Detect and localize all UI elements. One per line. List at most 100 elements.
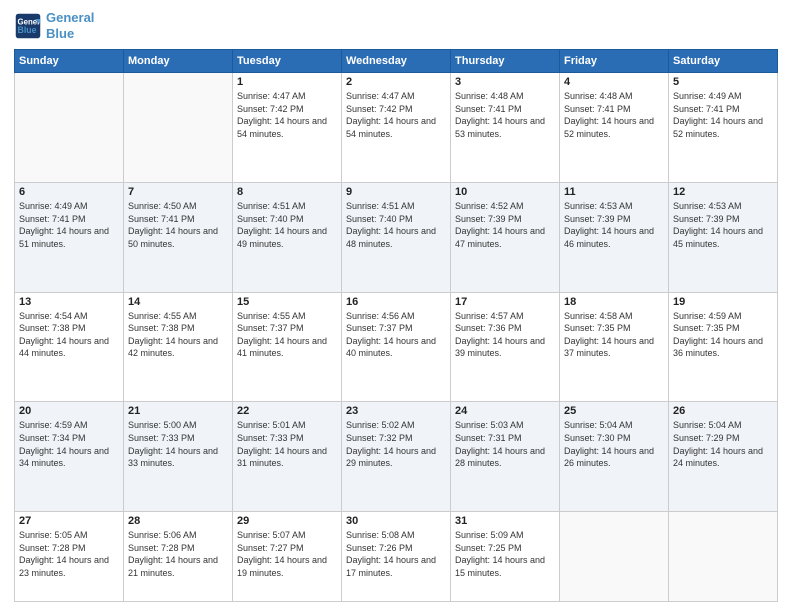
cell-info: Sunrise: 5:05 AMSunset: 7:28 PMDaylight:… [19,529,119,579]
svg-text:Blue: Blue [18,25,37,35]
day-number: 31 [455,515,555,527]
cell-info: Sunrise: 4:58 AMSunset: 7:35 PMDaylight:… [564,310,664,360]
cell-info: Sunrise: 5:04 AMSunset: 7:30 PMDaylight:… [564,419,664,469]
week-row-3: 13 Sunrise: 4:54 AMSunset: 7:38 PMDayligh… [15,292,778,402]
cell-info: Sunrise: 4:47 AMSunset: 7:42 PMDaylight:… [346,90,446,140]
calendar-cell: 19 Sunrise: 4:59 AMSunset: 7:35 PMDayligh… [669,292,778,402]
day-number: 22 [237,405,337,417]
calendar-cell: 17 Sunrise: 4:57 AMSunset: 7:36 PMDayligh… [451,292,560,402]
weekday-header-sunday: Sunday [15,50,124,73]
weekday-header-thursday: Thursday [451,50,560,73]
cell-info: Sunrise: 4:56 AMSunset: 7:37 PMDaylight:… [346,310,446,360]
cell-info: Sunrise: 4:51 AMSunset: 7:40 PMDaylight:… [346,200,446,250]
day-number: 16 [346,296,446,308]
weekday-header-tuesday: Tuesday [233,50,342,73]
logo-text: General Blue [46,10,94,41]
day-number: 26 [673,405,773,417]
day-number: 8 [237,186,337,198]
cell-info: Sunrise: 4:55 AMSunset: 7:37 PMDaylight:… [237,310,337,360]
calendar-cell: 31 Sunrise: 5:09 AMSunset: 7:25 PMDayligh… [451,512,560,602]
calendar-cell [124,73,233,183]
calendar-cell: 5 Sunrise: 4:49 AMSunset: 7:41 PMDaylight… [669,73,778,183]
logo: General Blue General Blue [14,10,94,41]
calendar-cell: 11Sunrise: 4:53 AMSunset: 7:39 PMDayligh… [560,182,669,292]
week-row-1: 1 Sunrise: 4:47 AMSunset: 7:42 PMDaylight… [15,73,778,183]
day-number: 21 [128,405,228,417]
calendar-cell: 7 Sunrise: 4:50 AMSunset: 7:41 PMDaylight… [124,182,233,292]
calendar-cell: 10Sunrise: 4:52 AMSunset: 7:39 PMDayligh… [451,182,560,292]
day-number: 13 [19,296,119,308]
day-number: 12 [673,186,773,198]
cell-info: Sunrise: 4:47 AMSunset: 7:42 PMDaylight:… [237,90,337,140]
day-number: 1 [237,76,337,88]
calendar-cell: 20 Sunrise: 4:59 AMSunset: 7:34 PMDayligh… [15,402,124,512]
calendar-cell [669,512,778,602]
calendar-cell: 29 Sunrise: 5:07 AMSunset: 7:27 PMDayligh… [233,512,342,602]
cell-info: Sunrise: 4:54 AMSunset: 7:38 PMDaylight:… [19,310,119,360]
weekday-header-row: SundayMondayTuesdayWednesdayThursdayFrid… [15,50,778,73]
cell-info: Sunrise: 4:59 AMSunset: 7:35 PMDaylight:… [673,310,773,360]
calendar-cell: 14 Sunrise: 4:55 AMSunset: 7:38 PMDayligh… [124,292,233,402]
cell-info: Sunrise: 4:48 AMSunset: 7:41 PMDaylight:… [564,90,664,140]
cell-info: Sunrise: 5:06 AMSunset: 7:28 PMDaylight:… [128,529,228,579]
calendar-cell: 28 Sunrise: 5:06 AMSunset: 7:28 PMDayligh… [124,512,233,602]
cell-info: Sunrise: 5:08 AMSunset: 7:26 PMDaylight:… [346,529,446,579]
day-number: 2 [346,76,446,88]
day-number: 3 [455,76,555,88]
cell-info: Sunrise: 4:59 AMSunset: 7:34 PMDaylight:… [19,419,119,469]
calendar-cell: 3 Sunrise: 4:48 AMSunset: 7:41 PMDaylight… [451,73,560,183]
calendar-cell: 26 Sunrise: 5:04 AMSunset: 7:29 PMDayligh… [669,402,778,512]
calendar-cell: 27Sunrise: 5:05 AMSunset: 7:28 PMDayligh… [15,512,124,602]
day-number: 28 [128,515,228,527]
week-row-2: 6Sunrise: 4:49 AMSunset: 7:41 PMDaylight… [15,182,778,292]
cell-info: Sunrise: 5:09 AMSunset: 7:25 PMDaylight:… [455,529,555,579]
day-number: 14 [128,296,228,308]
calendar-cell: 13 Sunrise: 4:54 AMSunset: 7:38 PMDayligh… [15,292,124,402]
day-number: 23 [346,405,446,417]
day-number: 5 [673,76,773,88]
cell-info: Sunrise: 4:53 AMSunset: 7:39 PMDaylight:… [673,200,773,250]
day-number: 17 [455,296,555,308]
weekday-header-wednesday: Wednesday [342,50,451,73]
weekday-header-monday: Monday [124,50,233,73]
day-number: 20 [19,405,119,417]
calendar-cell: 1 Sunrise: 4:47 AMSunset: 7:42 PMDaylight… [233,73,342,183]
week-row-4: 20 Sunrise: 4:59 AMSunset: 7:34 PMDayligh… [15,402,778,512]
day-number: 29 [237,515,337,527]
calendar-cell: 25 Sunrise: 5:04 AMSunset: 7:30 PMDayligh… [560,402,669,512]
calendar-cell: 9Sunrise: 4:51 AMSunset: 7:40 PMDaylight… [342,182,451,292]
calendar-cell: 12 Sunrise: 4:53 AMSunset: 7:39 PMDayligh… [669,182,778,292]
cell-info: Sunrise: 4:49 AMSunset: 7:41 PMDaylight:… [19,200,119,250]
day-number: 4 [564,76,664,88]
day-number: 30 [346,515,446,527]
calendar-cell: 8 Sunrise: 4:51 AMSunset: 7:40 PMDaylight… [233,182,342,292]
day-number: 19 [673,296,773,308]
calendar-cell: 23Sunrise: 5:02 AMSunset: 7:32 PMDayligh… [342,402,451,512]
cell-info: Sunrise: 4:53 AMSunset: 7:39 PMDaylight:… [564,200,664,250]
cell-info: Sunrise: 4:49 AMSunset: 7:41 PMDaylight:… [673,90,773,140]
header: General Blue General Blue [14,10,778,41]
day-number: 15 [237,296,337,308]
calendar-cell: 2 Sunrise: 4:47 AMSunset: 7:42 PMDaylight… [342,73,451,183]
cell-info: Sunrise: 4:50 AMSunset: 7:41 PMDaylight:… [128,200,228,250]
cell-info: Sunrise: 5:04 AMSunset: 7:29 PMDaylight:… [673,419,773,469]
cell-info: Sunrise: 4:48 AMSunset: 7:41 PMDaylight:… [455,90,555,140]
calendar-cell [15,73,124,183]
cell-info: Sunrise: 5:01 AMSunset: 7:33 PMDaylight:… [237,419,337,469]
cell-info: Sunrise: 4:55 AMSunset: 7:38 PMDaylight:… [128,310,228,360]
cell-info: Sunrise: 4:52 AMSunset: 7:39 PMDaylight:… [455,200,555,250]
cell-info: Sunrise: 5:03 AMSunset: 7:31 PMDaylight:… [455,419,555,469]
cell-info: Sunrise: 4:57 AMSunset: 7:36 PMDaylight:… [455,310,555,360]
calendar-cell: 30 Sunrise: 5:08 AMSunset: 7:26 PMDayligh… [342,512,451,602]
calendar-cell: 6Sunrise: 4:49 AMSunset: 7:41 PMDaylight… [15,182,124,292]
cell-info: Sunrise: 5:07 AMSunset: 7:27 PMDaylight:… [237,529,337,579]
day-number: 7 [128,186,228,198]
day-number: 25 [564,405,664,417]
cell-info: Sunrise: 4:51 AMSunset: 7:40 PMDaylight:… [237,200,337,250]
calendar-cell: 16 Sunrise: 4:56 AMSunset: 7:37 PMDayligh… [342,292,451,402]
calendar-cell: 24 Sunrise: 5:03 AMSunset: 7:31 PMDayligh… [451,402,560,512]
week-row-5: 27Sunrise: 5:05 AMSunset: 7:28 PMDayligh… [15,512,778,602]
logo-icon: General Blue [14,12,42,40]
calendar-cell [560,512,669,602]
day-number: 24 [455,405,555,417]
